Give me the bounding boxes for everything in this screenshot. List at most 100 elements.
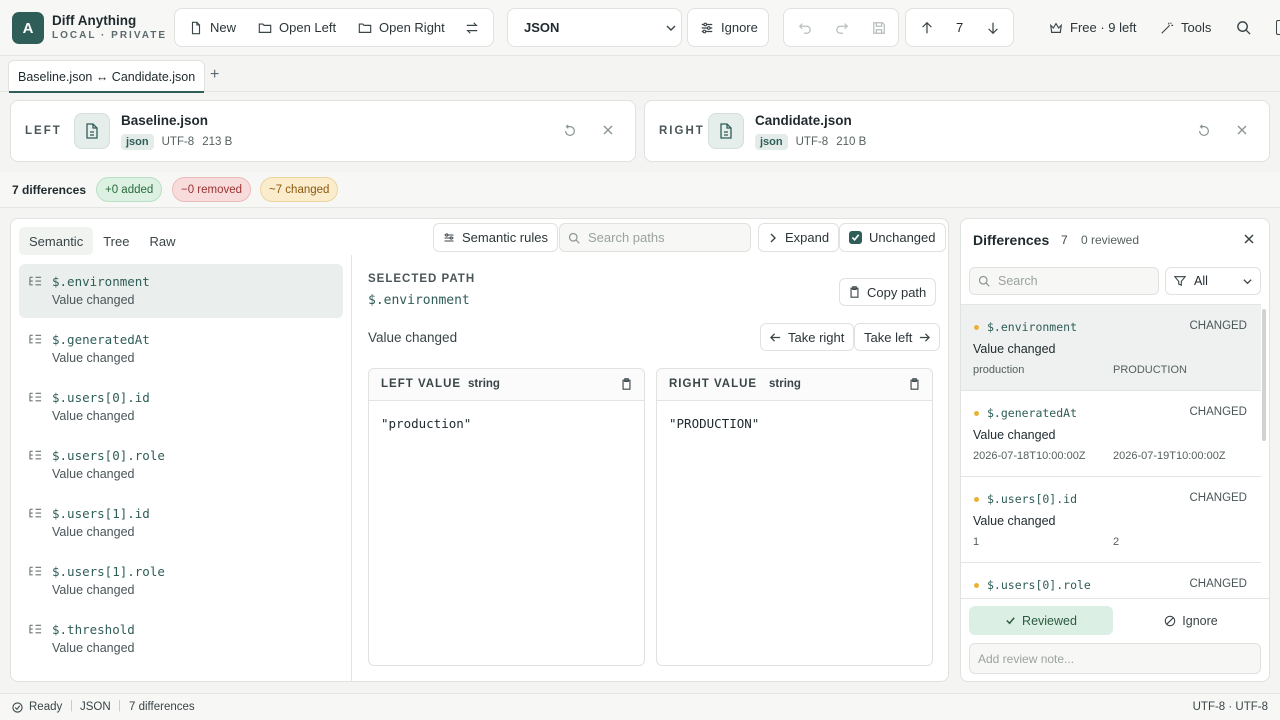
path-list-path: $.environment	[52, 274, 150, 289]
expand-label: Expand	[785, 230, 830, 245]
difference-left-value: 1	[973, 536, 980, 548]
diff-navigator: 7	[905, 8, 1014, 47]
difference-left-value: 2026-07-18T10:00:00Z	[973, 450, 1086, 462]
crown-icon	[1049, 21, 1063, 35]
save-button[interactable]	[872, 21, 886, 35]
open-left-button[interactable]: Open Left	[258, 9, 336, 46]
changed-badge[interactable]: ~7 changed	[260, 177, 339, 202]
take-right-button[interactable]: Take right	[760, 323, 855, 351]
status-bar: Ready | JSON | 7 differences UTF-8 · UTF…	[0, 693, 1280, 720]
plan-button[interactable]: Free · 9 left	[1049, 9, 1136, 46]
close-right-button[interactable]	[1236, 124, 1248, 136]
close-left-button[interactable]	[602, 124, 614, 136]
sidebar-toggle-icon[interactable]	[1276, 20, 1280, 35]
status-format: JSON	[80, 701, 111, 713]
ignore-diff-button[interactable]: Ignore	[1119, 606, 1263, 635]
undo-icon	[798, 23, 811, 34]
status-encoding: UTF-8 · UTF-8	[1192, 701, 1268, 713]
mark-reviewed-button[interactable]: Reviewed	[969, 606, 1113, 635]
clipboard-icon	[849, 286, 860, 298]
difference-path: $.generatedAt	[987, 406, 1078, 420]
file-icon	[74, 113, 110, 149]
review-note-input[interactable]: Add review note...	[969, 643, 1261, 674]
unchanged-toggle[interactable]: Unchanged	[839, 223, 946, 252]
differences-filter-select[interactable]: All	[1165, 267, 1261, 295]
copy-left-value-button[interactable]	[621, 378, 632, 390]
new-button-label: New	[210, 20, 237, 35]
expand-button[interactable]: Expand	[758, 223, 840, 252]
copy-right-value-button[interactable]	[909, 378, 920, 390]
new-button[interactable]: New	[189, 9, 236, 46]
tab-comparison[interactable]: Baseline.json ↔ Candidate.json	[8, 60, 206, 93]
difference-desc: Value changed	[973, 342, 1056, 356]
add-tab-button[interactable]: +	[210, 66, 219, 84]
arrow-down-icon	[988, 22, 998, 35]
undo-button[interactable]	[798, 21, 812, 35]
path-list-item[interactable]: $.users[1].id Value changed	[19, 496, 343, 550]
tab-tree[interactable]: Tree	[93, 227, 139, 255]
take-left-button[interactable]: Take left	[854, 323, 941, 351]
open-left-label: Open Left	[279, 20, 337, 35]
reload-right-button[interactable]	[1197, 124, 1211, 138]
path-list-item[interactable]: $.users[0].role Value changed	[19, 438, 343, 492]
path-list-path: $.generatedAt	[52, 332, 150, 347]
next-diff-button[interactable]	[986, 21, 1000, 35]
path-list-desc: Value changed	[52, 351, 135, 365]
open-right-button[interactable]: Open Right	[358, 9, 445, 46]
right-file-encoding: UTF-8	[795, 136, 829, 148]
difference-right-value: 2026-07-19T10:00:00Z	[1113, 450, 1226, 462]
difference-item[interactable]: $.users[0].id CHANGED Value changed 1 2	[961, 477, 1261, 563]
left-value-title: LEFT VALUE	[381, 378, 462, 390]
tab-raw[interactable]: Raw	[139, 227, 185, 255]
format-select[interactable]: JSON	[507, 8, 682, 47]
format-select-value: JSON	[524, 20, 560, 35]
swap-icon	[465, 21, 479, 35]
save-icon	[873, 22, 885, 34]
removed-badge[interactable]: −0 removed	[172, 177, 252, 202]
review-footer: Reviewed Ignore Add review note...	[961, 598, 1269, 681]
path-list-item[interactable]: $.generatedAt Value changed	[19, 322, 343, 376]
ban-icon	[1164, 615, 1176, 627]
reload-icon	[1199, 124, 1209, 136]
semantic-rules-button[interactable]: Semantic rules	[433, 223, 558, 252]
tab-semantic[interactable]: Semantic	[19, 227, 94, 255]
path-list-item[interactable]: $.environment Value changed	[19, 264, 343, 318]
path-list-item[interactable]: $.users[0].id Value changed	[19, 380, 343, 434]
file-icon	[708, 113, 744, 149]
take-left-label: Take left	[864, 329, 913, 345]
close-panel-button[interactable]	[1243, 233, 1255, 245]
difference-status: CHANGED	[1189, 578, 1247, 590]
search-button[interactable]	[1236, 20, 1251, 35]
wand-icon	[1160, 21, 1174, 35]
checkbox-checked-icon[interactable]	[849, 231, 862, 244]
differences-search-input[interactable]: Search	[969, 267, 1159, 295]
swap-button[interactable]	[465, 9, 479, 46]
tree-list-icon	[29, 508, 42, 520]
copy-path-label: Copy path	[867, 284, 927, 300]
ignore-button[interactable]: Ignore	[687, 8, 769, 47]
tools-button[interactable]: Tools	[1160, 9, 1211, 46]
added-badge[interactable]: +0 added	[96, 177, 163, 202]
path-list-item[interactable]: $.threshold Value changed	[19, 612, 343, 666]
path-list-item[interactable]: $.users[1].role Value changed	[19, 554, 343, 608]
differences-scrollbar[interactable]	[1262, 309, 1266, 441]
difference-item[interactable]: $.generatedAt CHANGED Value changed 2026-07…	[961, 391, 1261, 477]
search-paths-placeholder: Search paths	[588, 230, 665, 245]
left-file-meta: json UTF-8 213 B	[121, 134, 232, 150]
difference-item[interactable]: $.users[0].role CHANGED	[961, 563, 1261, 598]
tools-label: Tools	[1181, 20, 1212, 35]
reload-left-button[interactable]	[563, 124, 577, 138]
check-icon	[1005, 615, 1016, 626]
filter-icon	[1174, 275, 1186, 287]
redo-button[interactable]	[835, 21, 849, 35]
copy-path-button[interactable]: Copy path	[839, 278, 937, 306]
tree-list-icon	[29, 624, 42, 636]
difference-right-value: PRODUCTION	[1113, 364, 1187, 376]
take-right-label: Take right	[788, 329, 845, 345]
prev-diff-button[interactable]	[920, 21, 934, 35]
difference-item[interactable]: $.environment CHANGED Value changed product…	[961, 305, 1261, 391]
path-list-desc: Value changed	[52, 467, 135, 481]
path-list-desc: Value changed	[52, 641, 135, 655]
search-paths-input[interactable]: Search paths	[559, 223, 751, 252]
search-icon	[978, 275, 990, 287]
